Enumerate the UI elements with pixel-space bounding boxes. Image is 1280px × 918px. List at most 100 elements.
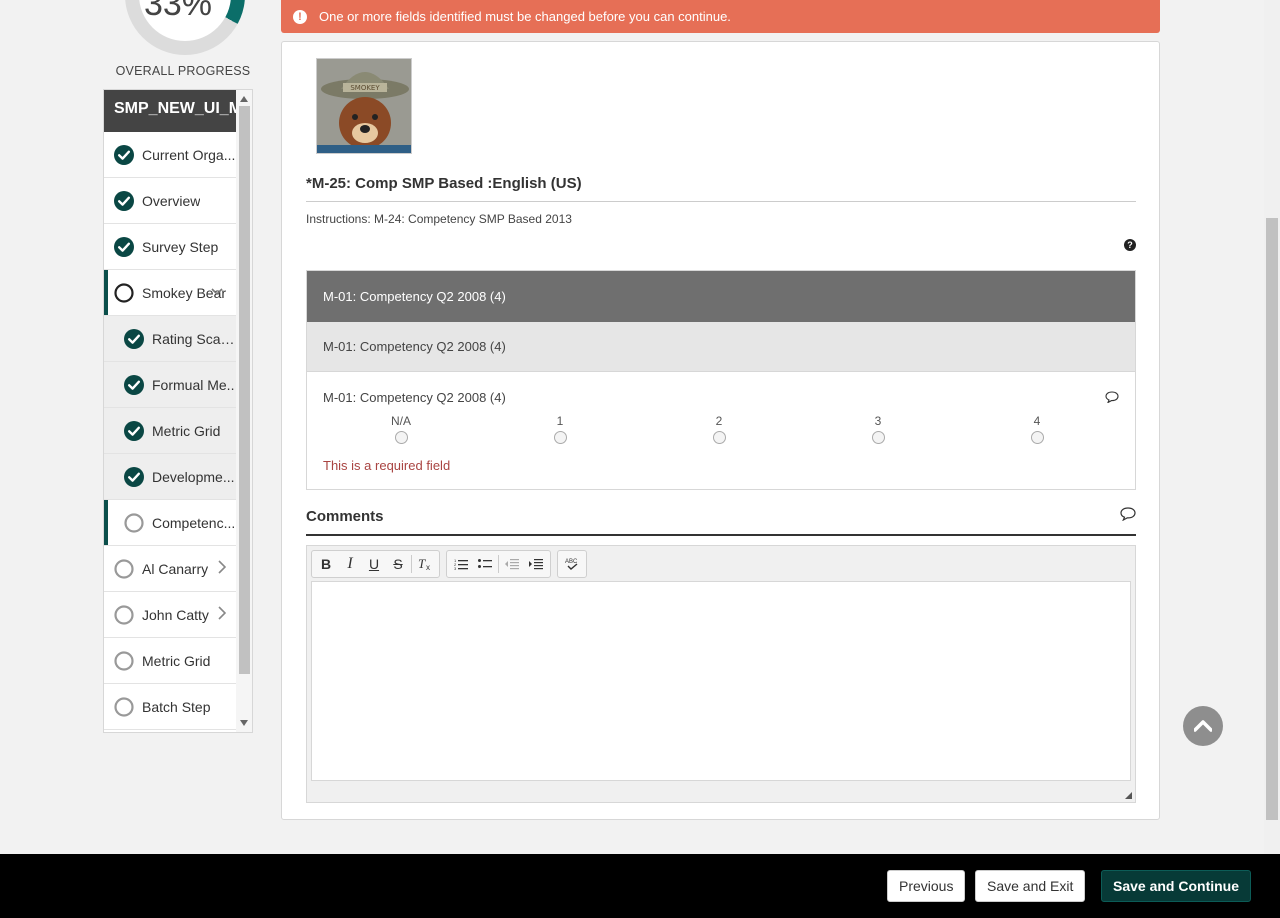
grid-subheader[interactable]: M-01: Competency Q2 2008 (4) xyxy=(307,322,1135,372)
sidebar-item[interactable]: Overview xyxy=(104,178,236,224)
progress-percent: 33% xyxy=(143,0,213,23)
bold-button[interactable]: B xyxy=(314,552,338,576)
comment-bubble-icon[interactable] xyxy=(1105,391,1119,403)
remove-format-button[interactable]: Tx xyxy=(413,552,437,576)
bullet-list-button[interactable] xyxy=(473,552,497,576)
rating-option-4[interactable]: 4 xyxy=(1007,414,1067,449)
sidebar-item[interactable]: John Catty xyxy=(104,592,236,638)
chevron-down-icon[interactable] xyxy=(210,284,224,298)
sidebar-item-label: Competenc... xyxy=(152,514,236,531)
comments-textarea[interactable] xyxy=(311,581,1131,781)
sidebar-item-label: Al Canarry xyxy=(142,560,209,577)
error-message: One or more fields identified must be ch… xyxy=(319,9,731,24)
scroll-up-arrow-icon[interactable] xyxy=(240,96,248,102)
check-circle-icon xyxy=(124,420,144,441)
check-circle-icon xyxy=(124,374,144,395)
check-circle-icon xyxy=(114,144,134,165)
check-circle-icon xyxy=(124,466,144,487)
save-and-exit-button[interactable]: Save and Exit xyxy=(975,870,1086,902)
spellcheck-button[interactable]: ABC xyxy=(560,552,584,576)
rating-option-2[interactable]: 2 xyxy=(689,414,749,449)
chevron-right-icon[interactable] xyxy=(218,606,226,620)
sidebar-item[interactable]: Survey Step xyxy=(104,224,236,270)
sidebar-item[interactable]: Rating Scale.. xyxy=(104,316,236,362)
sidebar-item-label: Developme... xyxy=(152,468,235,485)
rating-option-label: 4 xyxy=(1033,414,1041,428)
title-divider xyxy=(306,201,1136,202)
sidebar-item[interactable]: Current Orga... xyxy=(104,132,236,178)
sidebar-item-label: Survey Step xyxy=(142,238,219,255)
svg-text:3: 3 xyxy=(454,566,457,570)
required-field-message: This is a required field xyxy=(323,458,451,473)
toolbar-separator xyxy=(411,555,412,573)
toolbar-separator xyxy=(498,555,499,573)
page-scroll-thumb[interactable] xyxy=(1266,218,1278,820)
sidebar-item[interactable]: Metric Grid xyxy=(104,638,236,684)
rating-radio-1[interactable] xyxy=(553,431,567,444)
rating-radio-na[interactable] xyxy=(394,431,408,444)
empty-circle-icon xyxy=(114,604,134,625)
comments-editor: B I U S Tx 123 ABC xyxy=(306,545,1136,803)
rating-radio-2[interactable] xyxy=(712,431,726,444)
help-icon[interactable]: ? xyxy=(1124,239,1136,251)
previous-button[interactable]: Previous xyxy=(887,870,966,902)
step-sidebar: SMP_NEW_UI_M Current Orga... Overview Surv… xyxy=(103,89,253,733)
empty-circle-icon xyxy=(124,512,144,533)
clear-format-icon: Tx xyxy=(418,557,430,571)
smokey-bear-avatar: SMOKEY xyxy=(316,58,412,154)
scroll-to-top-button[interactable] xyxy=(1183,706,1223,746)
sidebar-scroll-thumb[interactable] xyxy=(239,106,250,674)
italic-button[interactable]: I xyxy=(338,552,362,576)
svg-text:SMOKEY: SMOKEY xyxy=(350,84,380,92)
page-scrollbar[interactable] xyxy=(1264,0,1280,854)
progress-label: OVERALL PROGRESS xyxy=(115,64,251,78)
step-list: Current Orga... Overview Survey Step Smokey… xyxy=(104,132,236,730)
text-format-group: B I U S Tx xyxy=(311,550,440,578)
rating-option-label: 1 xyxy=(556,414,564,428)
grid-header[interactable]: M-01: Competency Q2 2008 (4) xyxy=(307,271,1135,322)
outdent-icon xyxy=(505,559,519,570)
overall-progress: 33% OVERALL PROGRESS xyxy=(103,0,253,85)
rating-option-1[interactable]: 1 xyxy=(530,414,590,449)
save-and-continue-button[interactable]: Save and Continue xyxy=(1101,870,1252,902)
rating-option-na[interactable]: N/A xyxy=(371,414,431,449)
numbered-list-button[interactable]: 123 xyxy=(449,552,473,576)
chevron-right-icon[interactable] xyxy=(218,560,226,574)
empty-circle-icon xyxy=(114,696,134,717)
sidebar-item[interactable]: Formual Me.. xyxy=(104,362,236,408)
scroll-down-arrow-icon[interactable] xyxy=(240,720,248,726)
sidebar-item[interactable]: Competenc... xyxy=(104,500,236,546)
strikethrough-button[interactable]: S xyxy=(386,552,410,576)
spellcheck-group: ABC xyxy=(557,550,587,578)
section-title: *M-25: Comp SMP Based :English (US) xyxy=(306,175,582,192)
spellcheck-icon: ABC xyxy=(565,559,578,570)
rating-option-3[interactable]: 3 xyxy=(848,414,908,449)
rating-radio-3[interactable] xyxy=(871,431,885,444)
empty-circle-icon xyxy=(114,558,134,579)
sidebar-item[interactable]: Smokey Bear xyxy=(104,270,236,316)
sidebar-scrollbar[interactable] xyxy=(236,90,252,732)
sidebar-item-label: Metric Grid xyxy=(152,422,221,439)
empty-circle-icon xyxy=(114,282,134,303)
outdent-button[interactable] xyxy=(500,552,524,576)
sidebar-item[interactable]: Batch Step xyxy=(104,684,236,730)
resize-grip-icon[interactable] xyxy=(1125,792,1132,799)
instructions-text: Instructions: M-24: Competency SMP Based… xyxy=(306,212,572,226)
competency-grid: M-01: Competency Q2 2008 (4) M-01: Compe… xyxy=(306,270,1136,490)
comments-divider xyxy=(306,534,1136,536)
rating-option-label: 3 xyxy=(874,414,882,428)
sidebar-item[interactable]: Al Canarry xyxy=(104,546,236,592)
check-circle-icon xyxy=(114,190,134,211)
sidebar-item-label: Formual Me.. xyxy=(152,376,235,393)
rating-radio-4[interactable] xyxy=(1030,431,1044,444)
underline-button[interactable]: U xyxy=(362,552,386,576)
rating-option-label: 2 xyxy=(715,414,723,428)
comment-bubble-icon[interactable] xyxy=(1120,507,1136,521)
sidebar-item[interactable]: Developme... xyxy=(104,454,236,500)
empty-circle-icon xyxy=(114,650,134,671)
check-circle-icon xyxy=(124,328,144,349)
sidebar-item[interactable]: Metric Grid xyxy=(104,408,236,454)
editor-toolbar: B I U S Tx 123 ABC xyxy=(311,550,587,578)
svg-text:x: x xyxy=(426,563,430,571)
indent-button[interactable] xyxy=(524,552,548,576)
